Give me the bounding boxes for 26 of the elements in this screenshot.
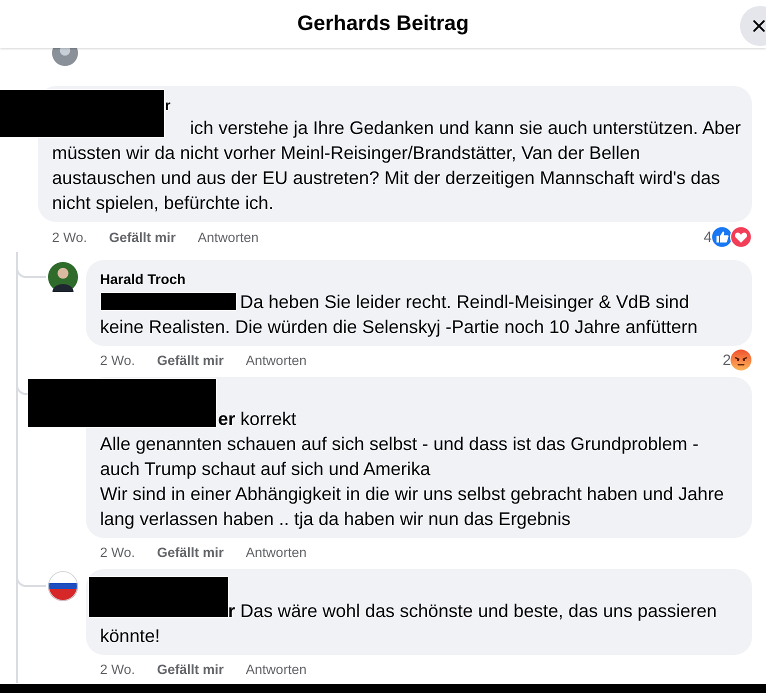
dialog-title: Gerhards Beitrag [297,12,469,36]
reply-link[interactable]: Antworten [198,230,259,244]
comment-text: ich verstehe ja Ihre Gedanken und kann sie auch unterstützen. Aber müssten wir da nicht vorher Meinl-Reisinger/Brandstätter, Van der Bellen austauschen und aus der EU austreten? Mit der derzeitigen Mannschaft wird's das nicht spielen, befürchte ich. [52,116,742,215]
like-link[interactable]: Gefällt mir [157,352,224,368]
reply-link[interactable]: Antworten [246,544,307,560]
like-icon [711,226,733,248]
close-icon [751,18,766,34]
reply-link[interactable]: Antworten [246,662,307,676]
timestamp[interactable]: 2 Wo. [52,230,88,244]
avatar [48,262,78,292]
reply-link[interactable]: Antworten [246,352,307,368]
like-link[interactable]: Gefällt mir [157,544,224,560]
reaction-count[interactable]: 2 [722,352,731,368]
angry-emoji-icon [730,349,752,371]
like-link[interactable]: Gefällt mir [109,230,176,244]
reaction-count[interactable]: 4 [704,228,712,246]
timestamp[interactable]: 2 Wo. [100,352,136,368]
comment-text: Da heben Sie leider recht. Reindl-Meisinger & VdB sind keine Realisten. Die würden die Selenskyj -Partie noch 10 Jahre anfüttern [100,290,699,339]
author-name[interactable]: Harald Troch [100,269,186,289]
avatar [48,571,78,601]
author-name[interactable]: r [165,95,170,115]
timestamp[interactable]: 2 Wo. [100,662,136,676]
comment-text: r Das wäre wohl das schönste und beste, das uns passieren könnte! [100,599,718,648]
like-link[interactable]: Gefällt mir [157,662,224,676]
timestamp[interactable]: 2 Wo. [100,544,136,560]
comment-text: er korrekt Alle genannten schauen auf sich selbst - und dass ist das Grundproblem - auch Trump schaut auf sich und Amerika Wir sind in einer Abhängigkeit in die wir uns selbst gebracht haben und Jahre lang verlassen haben .. tja da haben wir nun das Ergebnis [100,407,724,531]
